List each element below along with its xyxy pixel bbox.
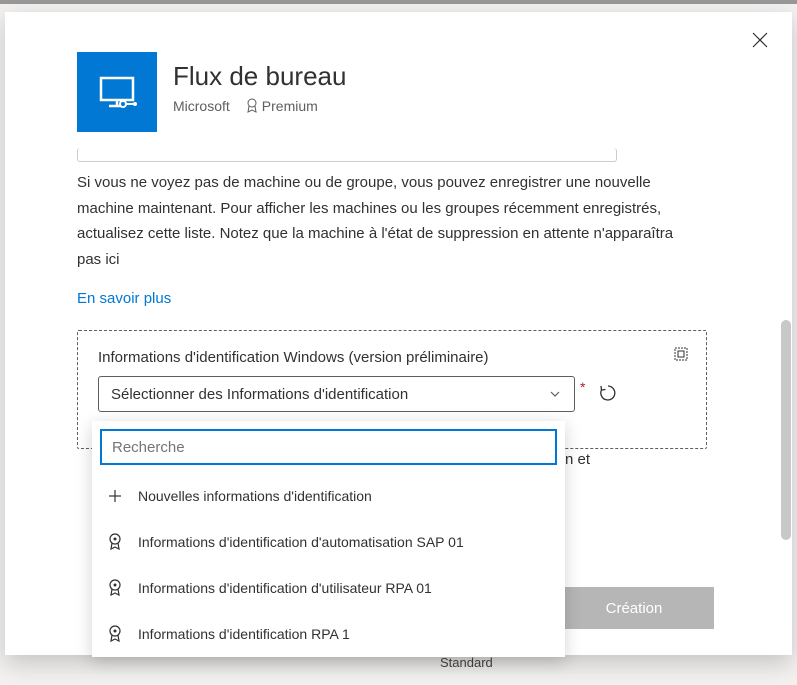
dialog: Flux de bureau Microsoft Premium Si vous… <box>5 12 792 655</box>
close-icon <box>751 31 769 49</box>
partial-input-box <box>77 148 617 162</box>
new-credentials-option[interactable]: Nouvelles informations d'identification <box>92 473 565 519</box>
premium-badge: Premium <box>246 98 318 114</box>
refresh-button[interactable] <box>598 383 618 408</box>
ribbon-icon <box>106 625 124 643</box>
credential-option[interactable]: Informations d'identification RPA 1 <box>92 611 565 657</box>
new-credentials-label: Nouvelles informations d'identification <box>138 488 372 504</box>
dropdown-search-input[interactable] <box>100 429 557 465</box>
partial-hidden-text: n et <box>565 451 590 468</box>
credential-icon <box>672 345 690 368</box>
credential-option-label: Informations d'identification d'automati… <box>138 534 464 550</box>
select-placeholder: Sélectionner des Informations d'identifi… <box>111 386 408 403</box>
credential-option[interactable]: Informations d'identification d'automati… <box>92 519 565 565</box>
ribbon-icon <box>106 533 124 551</box>
required-indicator: * <box>580 379 585 395</box>
credential-select[interactable]: Sélectionner des Informations d'identifi… <box>98 376 575 412</box>
dialog-title: Flux de bureau <box>173 60 346 94</box>
chevron-down-icon <box>548 387 562 401</box>
publisher-label: Microsoft <box>173 98 230 114</box>
plus-icon <box>106 487 124 505</box>
footer-label: Standard <box>440 655 493 670</box>
header: Flux de bureau Microsoft Premium <box>5 12 792 132</box>
create-button[interactable]: Création <box>554 587 714 629</box>
credential-label: Informations d'identification Windows (v… <box>98 349 686 366</box>
info-text: Si vous ne voyez pas de machine ou de gr… <box>77 170 677 272</box>
close-button[interactable] <box>748 28 772 52</box>
credential-option[interactable]: Informations d'identification d'utilisat… <box>92 565 565 611</box>
credential-dropdown: Nouvelles informations d'identification … <box>92 421 565 657</box>
credential-option-label: Informations d'identification RPA 1 <box>138 626 350 642</box>
scrollbar[interactable] <box>781 320 791 540</box>
learn-more-link[interactable]: En savoir plus <box>77 290 171 307</box>
credential-option-label: Informations d'identification d'utilisat… <box>138 580 432 596</box>
premium-icon <box>246 98 258 114</box>
ribbon-icon <box>106 579 124 597</box>
app-icon <box>77 52 157 132</box>
